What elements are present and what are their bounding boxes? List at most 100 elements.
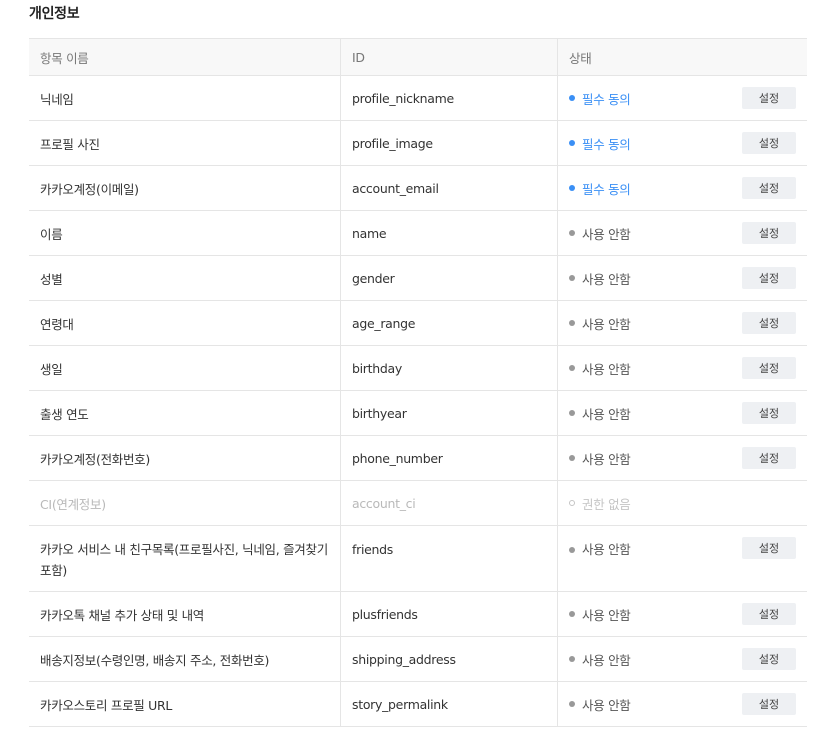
item-status-cell: 사용 안함 설정	[557, 682, 807, 726]
status-label: 필수 동의	[582, 91, 631, 107]
table-body: 닉네임 profile_nickname 필수 동의 설정 프로필 사진 profile_…	[29, 76, 807, 727]
setting-button[interactable]: 설정	[742, 177, 796, 199]
status-dot-icon	[569, 320, 575, 326]
item-id: birthyear	[340, 391, 557, 435]
status-label: 사용 안함	[582, 316, 631, 332]
table-header-row: 항목 이름 ID 상태	[29, 39, 807, 76]
status-label: 사용 안함	[582, 542, 631, 557]
setting-button[interactable]: 설정	[742, 222, 796, 244]
item-status-cell: 사용 안함 설정	[557, 211, 807, 255]
setting-button[interactable]: 설정	[742, 132, 796, 154]
status-indicator: 권한 없음	[569, 494, 631, 513]
status-indicator: 사용 안함	[569, 539, 631, 560]
status-indicator: 필수 동의	[569, 134, 631, 153]
table-row: 카카오스토리 프로필 URL story_permalink 사용 안함 설정	[29, 682, 807, 727]
item-status-cell: 사용 안함 설정	[557, 526, 807, 591]
table-row: 연령대 age_range 사용 안함 설정	[29, 301, 807, 346]
table-row: 카카오계정(전화번호) phone_number 사용 안함 설정	[29, 436, 807, 481]
setting-button[interactable]: 설정	[742, 693, 796, 715]
status-indicator: 사용 안함	[569, 314, 631, 333]
table-row: 카카오톡 채널 추가 상태 및 내역 plusfriends 사용 안함 설정	[29, 592, 807, 637]
status-dot-icon	[569, 230, 575, 236]
table-row: 배송지정보(수령인명, 배송지 주소, 전화번호) shipping_addres…	[29, 637, 807, 682]
item-id: birthday	[340, 346, 557, 390]
status-label: 권한 없음	[582, 496, 631, 512]
setting-button[interactable]: 설정	[742, 447, 796, 469]
status-label: 사용 안함	[582, 361, 631, 377]
table-row: 닉네임 profile_nickname 필수 동의 설정	[29, 76, 807, 121]
status-indicator: 사용 안함	[569, 224, 631, 243]
setting-button[interactable]: 설정	[742, 402, 796, 424]
section-title: 개인정보	[29, 6, 80, 22]
setting-button[interactable]: 설정	[742, 87, 796, 109]
item-name: 배송지정보(수령인명, 배송지 주소, 전화번호)	[40, 652, 270, 668]
item-status-cell: 사용 안함 설정	[557, 637, 807, 681]
item-name: 카카오스토리 프로필 URL	[40, 697, 173, 713]
item-id: age_range	[340, 301, 557, 345]
item-status-cell: 사용 안함 설정	[557, 301, 807, 345]
item-name: 카카오계정(전화번호)	[40, 451, 150, 467]
setting-button[interactable]: 설정	[742, 648, 796, 670]
status-dot-icon	[569, 656, 575, 662]
item-status-cell: 필수 동의 설정	[557, 121, 807, 165]
status-label: 사용 안함	[582, 607, 631, 623]
status-dot-icon	[569, 365, 575, 371]
item-status-cell: 필수 동의 설정	[557, 166, 807, 210]
item-name: 생일	[40, 361, 63, 377]
table-row: 생일 birthday 사용 안함 설정	[29, 346, 807, 391]
status-indicator: 사용 안함	[569, 695, 631, 714]
table-row: 프로필 사진 profile_image 필수 동의 설정	[29, 121, 807, 166]
status-indicator: 필수 동의	[569, 179, 631, 198]
item-id: friends	[340, 526, 557, 591]
status-dot-icon	[569, 611, 575, 617]
item-name: 닉네임	[40, 91, 74, 107]
status-indicator: 사용 안함	[569, 359, 631, 378]
table-row: 성별 gender 사용 안함 설정	[29, 256, 807, 301]
table-row: 출생 연도 birthyear 사용 안함 설정	[29, 391, 807, 436]
item-id: plusfriends	[340, 592, 557, 636]
status-dot-icon	[569, 140, 575, 146]
item-name: 카카오톡 채널 추가 상태 및 내역	[40, 607, 204, 623]
status-label: 필수 동의	[582, 181, 631, 197]
header-status: 상태	[557, 39, 807, 75]
item-name: 이름	[40, 226, 63, 242]
status-indicator: 필수 동의	[569, 89, 631, 108]
status-label: 사용 안함	[582, 271, 631, 287]
table-row: 이름 name 사용 안함 설정	[29, 211, 807, 256]
status-label: 사용 안함	[582, 226, 631, 242]
header-id: ID	[340, 39, 557, 75]
item-id: phone_number	[340, 436, 557, 480]
status-dot-icon	[569, 455, 575, 461]
status-dot-icon	[569, 500, 575, 506]
item-id: profile_image	[340, 121, 557, 165]
status-dot-icon	[569, 410, 575, 416]
item-id: shipping_address	[340, 637, 557, 681]
table-row: 카카오 서비스 내 친구목록(프로필사진, 닉네임, 즐겨찾기 포함) frien…	[29, 526, 807, 592]
item-status-cell: 권한 없음	[557, 481, 807, 525]
item-status-cell: 사용 안함 설정	[557, 436, 807, 480]
status-dot-icon	[569, 275, 575, 281]
item-name: 프로필 사진	[40, 136, 100, 152]
table-row: 카카오계정(이메일) account_email 필수 동의 설정	[29, 166, 807, 211]
item-status-cell: 사용 안함 설정	[557, 256, 807, 300]
item-id: account_ci	[340, 481, 557, 525]
status-label: 사용 안함	[582, 406, 631, 422]
status-indicator: 사용 안함	[569, 404, 631, 423]
item-name: 연령대	[40, 316, 74, 332]
status-dot-icon	[569, 701, 575, 707]
setting-button[interactable]: 설정	[742, 357, 796, 379]
setting-button[interactable]: 설정	[742, 537, 796, 559]
table-row: CI(연계정보) account_ci 권한 없음	[29, 481, 807, 526]
status-label: 사용 안함	[582, 451, 631, 467]
setting-button[interactable]: 설정	[742, 603, 796, 625]
status-dot-icon	[569, 185, 575, 191]
item-name: 성별	[40, 271, 63, 287]
status-dot-icon	[569, 95, 575, 101]
item-name: 출생 연도	[40, 406, 89, 422]
status-indicator: 사용 안함	[569, 605, 631, 624]
setting-button[interactable]: 설정	[742, 312, 796, 334]
item-name: 카카오계정(이메일)	[40, 181, 139, 197]
item-id: story_permalink	[340, 682, 557, 726]
setting-button[interactable]: 설정	[742, 267, 796, 289]
item-status-cell: 필수 동의 설정	[557, 76, 807, 120]
